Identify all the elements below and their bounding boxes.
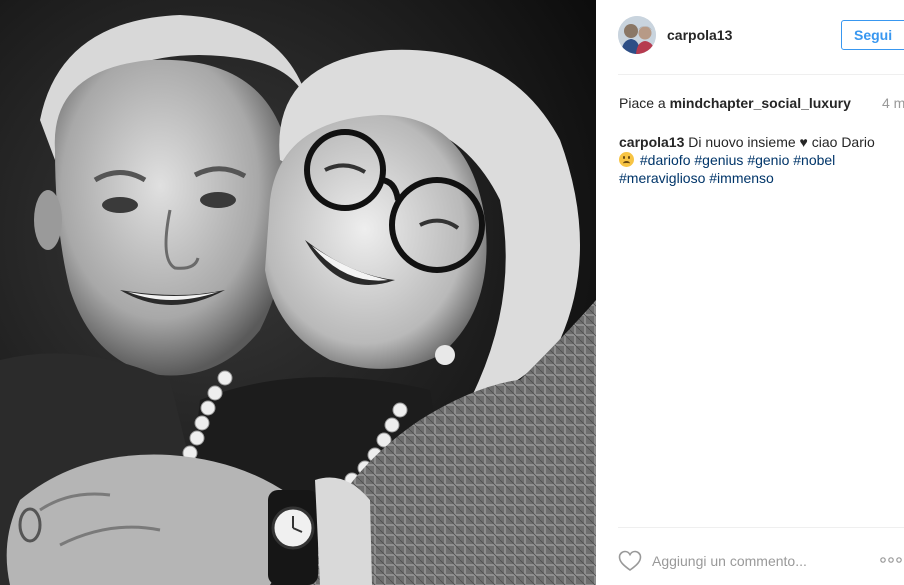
hashtag-genio[interactable]: #genio	[747, 152, 789, 168]
hashtag-immenso[interactable]: #immenso	[709, 170, 774, 186]
caption-text-before: Di nuovo insieme	[688, 134, 796, 150]
post-timestamp[interactable]: 4 m	[882, 95, 904, 111]
post-caption: carpola13 Di nuovo insieme ♥ ciao Dario …	[619, 133, 901, 187]
footer-divider	[618, 527, 904, 528]
hashtag-nobel[interactable]: #nobel	[793, 152, 835, 168]
author-username[interactable]: carpola13	[667, 27, 732, 43]
post-photo[interactable]	[0, 0, 596, 585]
more-options-icon[interactable]	[880, 553, 904, 567]
caption-text-after: ciao Dario	[811, 134, 875, 150]
likes-prefix: Piace a	[619, 95, 670, 111]
avatar-photo-icon	[618, 16, 656, 54]
caption-username[interactable]: carpola13	[619, 134, 684, 150]
hashtag-meraviglioso[interactable]: #meraviglioso	[619, 170, 705, 186]
black-heart-icon: ♥	[799, 134, 808, 150]
photo-portrait-illustration	[0, 0, 596, 585]
likes-user-link[interactable]: mindchapter_social_luxury	[670, 95, 851, 111]
post-header: carpola13 Segui	[596, 0, 904, 74]
heart-outline-icon[interactable]	[618, 550, 642, 572]
hashtag-genius[interactable]: #genius	[694, 152, 743, 168]
comment-input[interactable]	[652, 550, 872, 572]
author-avatar[interactable]	[618, 16, 656, 54]
follow-button[interactable]: Segui	[841, 20, 904, 50]
header-divider	[618, 74, 904, 75]
likes-row: Piace a mindchapter_social_luxury	[619, 95, 904, 115]
hashtag-dariofo[interactable]: #dariofo	[640, 152, 691, 168]
post-sidebar: carpola13 Segui Piace a mindchapter_soci…	[596, 0, 904, 585]
disappointed-face-emoji-icon	[619, 152, 634, 167]
